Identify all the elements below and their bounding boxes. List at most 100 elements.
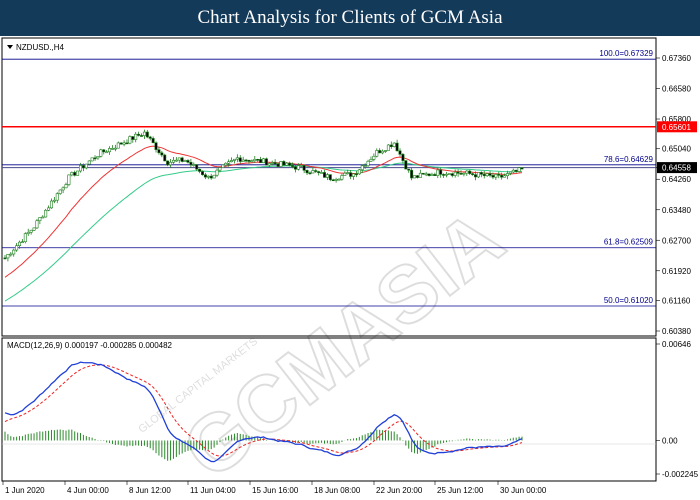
fib-label: 78.6=0.64629 — [604, 155, 654, 164]
price-tick-label: 0.65040 — [662, 145, 691, 154]
candle-body — [322, 172, 326, 178]
fib-label: 50.0=0.61020 — [604, 296, 654, 305]
candle-body — [520, 167, 524, 170]
candle-body — [84, 163, 88, 169]
candle-body — [418, 172, 422, 178]
time-tick-label: 18 Jun 08:00 — [314, 486, 361, 495]
candle-body — [413, 175, 417, 179]
candle-body — [273, 162, 277, 165]
candle-body — [314, 170, 318, 172]
candle-body — [508, 171, 512, 174]
candle-body — [439, 169, 443, 175]
candle-body — [192, 164, 196, 166]
candle-body — [221, 164, 225, 168]
candle-body — [12, 249, 16, 255]
candle-body — [491, 175, 495, 178]
macd-tick-label: -0.002245 — [662, 470, 699, 479]
time-tick-label: 4 Jun 00:00 — [67, 486, 109, 495]
candle-body — [503, 175, 507, 178]
candle-body — [99, 149, 103, 157]
candle-body — [157, 149, 161, 154]
price-axis: 0.673600.665800.658000.650400.645580.642… — [656, 54, 691, 336]
candle-body — [369, 159, 373, 162]
candle-body — [456, 171, 460, 174]
candle-body — [500, 174, 504, 178]
candle-body — [238, 157, 242, 162]
candle-body — [174, 159, 178, 162]
candle-body — [325, 174, 329, 178]
candle-body — [151, 138, 155, 144]
candle-body — [372, 155, 376, 160]
candle-body — [331, 179, 335, 182]
candle-body — [212, 174, 216, 179]
candle-body — [430, 174, 434, 176]
candle-body — [479, 172, 483, 175]
trading-chart[interactable]: GCMASIA GLOBAL CAPITAL MARKETS 100.0=0.6… — [0, 36, 700, 500]
candle-body — [482, 174, 486, 177]
candle-body — [375, 150, 379, 157]
candle-body — [511, 169, 515, 173]
candle-body — [6, 254, 10, 259]
candle-body — [189, 162, 193, 166]
candle-body — [383, 150, 387, 152]
candle-body — [154, 142, 158, 150]
macd-tick-label: 0.00 — [662, 436, 678, 445]
candle-body — [163, 154, 167, 162]
candle-body — [76, 170, 80, 176]
candle-body — [73, 172, 77, 176]
candle-body — [201, 171, 205, 176]
price-tick-label: 0.67360 — [662, 54, 691, 63]
candle-body — [160, 152, 164, 156]
candle-body — [485, 173, 489, 177]
candle-body — [232, 158, 236, 161]
time-tick-label: 1 Jun 2020 — [5, 486, 45, 495]
symbol-selector[interactable]: NZDUSD.,H4 — [7, 43, 65, 52]
candle-body — [108, 148, 112, 153]
candle-body — [209, 175, 213, 179]
candle-body — [87, 160, 91, 165]
candle-body — [183, 160, 187, 162]
candle-body — [320, 172, 324, 174]
candle-body — [110, 148, 114, 150]
candle-body — [468, 170, 472, 174]
candle-body — [166, 160, 170, 166]
candle-body — [259, 159, 263, 164]
candle-body — [404, 160, 408, 170]
price-tick-label: 0.61920 — [662, 267, 691, 276]
candle-body — [70, 172, 74, 176]
candle-body — [517, 167, 521, 172]
candle-body — [395, 142, 399, 152]
candle-body — [497, 174, 501, 176]
candle-body — [116, 142, 120, 149]
candle-body — [18, 241, 22, 247]
candle-body — [328, 174, 332, 181]
candle-body — [392, 142, 396, 147]
candle-body — [49, 200, 53, 209]
candle-body — [38, 217, 42, 222]
candle-body — [279, 161, 283, 167]
candle-body — [148, 136, 152, 139]
candle-body — [476, 172, 480, 178]
candle-body — [32, 227, 36, 231]
candle-body — [282, 161, 286, 166]
candle-body — [230, 160, 234, 163]
candle-body — [247, 159, 251, 162]
candle-body — [427, 173, 431, 176]
candle-body — [447, 173, 451, 175]
candle-body — [288, 162, 292, 166]
candle-body — [471, 173, 475, 175]
candle-body — [142, 131, 146, 136]
candle-body — [218, 167, 222, 171]
candle-body — [224, 162, 228, 166]
svg-text:0.64558: 0.64558 — [662, 164, 691, 173]
candle-body — [198, 168, 202, 172]
candle-body — [514, 169, 518, 172]
candle-body — [474, 174, 478, 178]
candle-body — [128, 136, 132, 144]
candle-body — [140, 135, 144, 137]
candle-body — [52, 199, 56, 202]
fib-label: 100.0=0.67329 — [599, 49, 653, 58]
candle-body — [308, 172, 312, 175]
candle-body — [250, 160, 254, 163]
price-tick-label: 0.66580 — [662, 85, 691, 94]
